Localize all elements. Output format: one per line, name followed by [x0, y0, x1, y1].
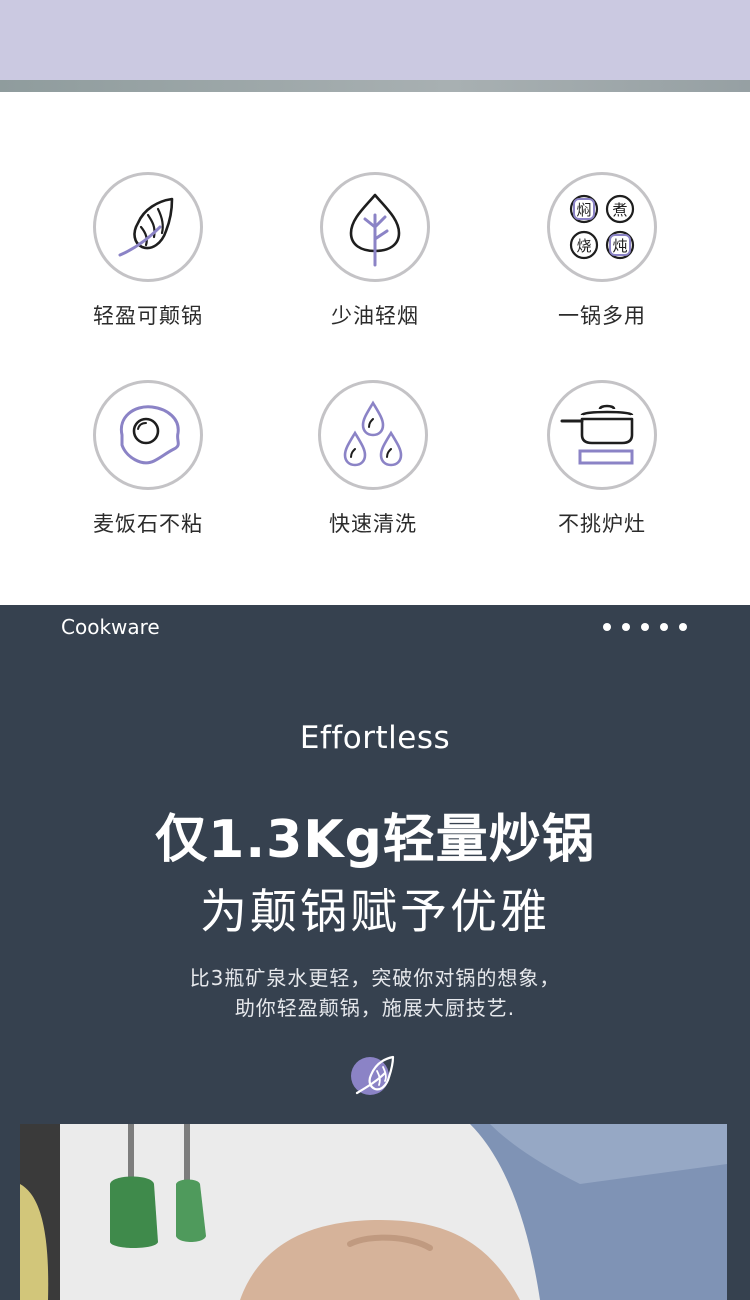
feature-circle [320, 172, 430, 282]
feature-label: 快速清洗 [329, 512, 417, 536]
slide-dot [603, 623, 611, 631]
feature-item-multi-use: 焖 煮 烧 炖 一锅多用 [502, 172, 702, 330]
feature-circle: 焖 煮 烧 炖 [547, 172, 657, 282]
feature-label: 轻盈可颠锅 [93, 304, 203, 328]
top-decor-band [0, 0, 750, 80]
slide-dot [679, 623, 687, 631]
feature-label: 少油轻烟 [331, 304, 419, 328]
feature-label: 不挑炉灶 [558, 512, 646, 536]
fried-egg-icon [119, 405, 180, 465]
feature-label: 麦饭石不粘 [93, 512, 203, 536]
water-drops-icon [343, 400, 403, 467]
feature-item-nonstick: 麦饭石不粘 [48, 380, 248, 538]
method-char: 焖 [576, 201, 591, 219]
feature-item-quick-clean: 快速清洗 [273, 380, 473, 538]
slide-dots [603, 623, 687, 631]
top-decor-strip [0, 80, 750, 92]
feature-item-lightweight: 轻盈可颠锅 [48, 172, 248, 330]
product-banner: Cookware Effortless 仅1.3Kg轻量炒锅 为颠锅赋予优雅 比… [0, 605, 750, 1300]
description-line: 助你轻盈颠锅，施展大厨技艺. [234, 996, 516, 1020]
method-char: 煮 [612, 201, 627, 219]
feature-circle [93, 172, 203, 282]
pot-on-stove-icon [560, 404, 634, 465]
kitchen-photo-illustration [20, 1124, 727, 1300]
subheadline: 为颠锅赋予优雅 [200, 885, 550, 940]
eyebrow-title: Effortless [299, 720, 451, 756]
slide-dot [622, 623, 630, 631]
description-line: 比3瓶矿泉水更轻，突破你对锅的想象， [189, 966, 561, 990]
feature-label: 一锅多用 [558, 304, 646, 328]
feature-item-any-stove: 不挑炉灶 [502, 380, 702, 538]
cooking-methods-icon: 焖 煮 烧 炖 [569, 194, 635, 260]
feature-circle [93, 380, 203, 490]
feature-circle [547, 380, 657, 490]
feather-icon [355, 1055, 395, 1095]
feather-badge [351, 1055, 395, 1095]
product-photo [20, 1124, 727, 1300]
slide-dot [660, 623, 668, 631]
method-char: 烧 [576, 237, 591, 255]
feature-grid: 轻盈可颠锅 少油轻烟 焖 煮 烧 炖 一锅多用 麦饭石不粘 快速清洗 不挑炉灶 [0, 92, 750, 605]
headline: 仅1.3Kg轻量炒锅 [155, 810, 595, 870]
slide-dot [641, 623, 649, 631]
method-char: 炖 [612, 237, 627, 255]
leaf-feather-icon [118, 197, 174, 257]
feature-circle [318, 380, 428, 490]
feature-item-less-oil: 少油轻烟 [275, 172, 475, 330]
leaf-drop-icon [349, 193, 401, 267]
brand-label: Cookware [61, 615, 160, 639]
